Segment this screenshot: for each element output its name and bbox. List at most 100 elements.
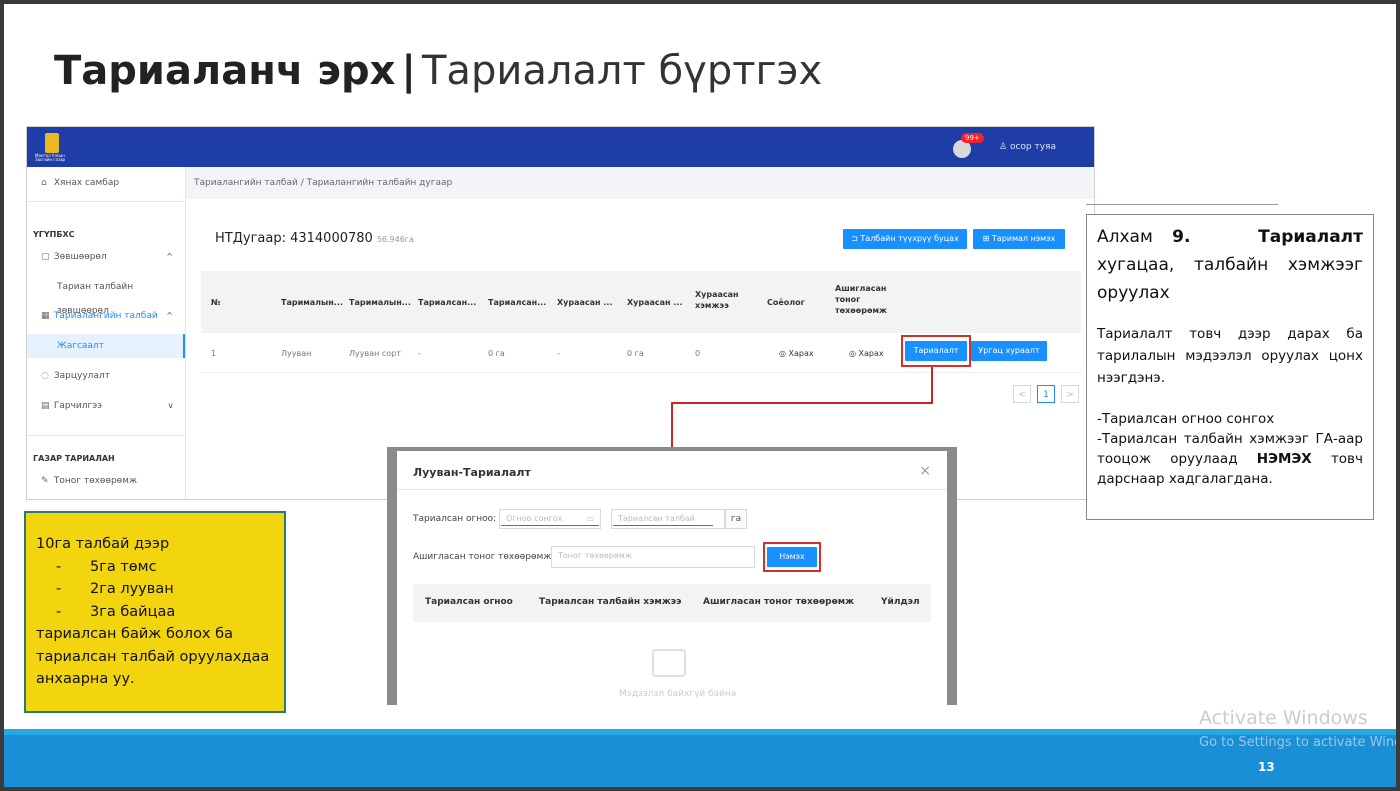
step-rest: хугацаа, талбайн хэмжээг оруулах [1097,255,1363,303]
pager-prev-button[interactable]: < [1013,385,1031,403]
slide-title-rest: Тариалалт бүртгэх [422,48,823,94]
chevron-up-icon: ^ [166,311,173,320]
slide-title: Тариаланч эрх | Тариалалт бүртгэх [54,48,822,94]
app-header: Монгол Улсын Засгийн газар 99+ ♙ осор ту… [27,127,1094,167]
column-header: Үйлдэл [881,597,920,607]
sidebar-item-label: Гарчилгээ [53,401,103,411]
connector-line [931,366,933,404]
pager-next-button[interactable]: > [1061,385,1079,403]
column-header: Хураасан хэмжээ [695,290,739,310]
slide-footer [4,729,1396,787]
close-icon[interactable]: × [919,463,931,479]
back-to-history-button[interactable]: ⊐ Талбайн түүхрүү буцах [843,229,967,249]
step-list: -Тариалсан огноо сонгох -Тариалсан талба… [1097,409,1363,489]
dash: - [56,603,62,620]
slide-title-bold: Тариаланч эрх [54,48,396,94]
modal-title: Лууван-Тариалалт [413,466,531,479]
table-cell: 0 га [627,349,644,358]
step-prefix: Алхам [1097,227,1153,247]
column-header: Соёолог [767,298,805,307]
logo-text: Монгол Улсын Засгийн газар [35,153,66,162]
date-picker-input[interactable]: Огноо сонгох ▭ [499,509,601,529]
table-cell: - [557,349,560,358]
callout-item: - 2га лууван [36,578,274,601]
column-header: Ашигласан тоног төхөөрөмж [835,284,888,315]
callout-line: 10га талбай дээр [36,536,170,552]
callout-item-text: 5га төмс [90,558,157,575]
harvest-button[interactable]: Ургац хураалт [971,341,1047,361]
title-separator: | [401,48,416,94]
sidebar-item-farmland[interactable]: ▦ Тариалангийн талбай ^ [27,304,185,328]
grid-icon: ▦ [41,311,50,321]
column-header: № [211,298,221,307]
sidebar-item-dashboard[interactable]: ⌂ Хянах самбар [27,171,185,195]
callout-item-text: 3га байцаа [90,603,176,620]
sidebar-item-label: Тоног төхөөрөмж [53,476,138,486]
highlight-box [901,335,971,367]
slide: Тариаланч эрх | Тариалалт бүртгэх Монгол У… [4,4,1396,787]
sidebar-item-label: Зарцуулалт [53,371,110,381]
divider [27,435,185,436]
date-placeholder: Огноо сонгох [506,514,563,523]
equipment-label: Ашигласан тоног төхөөрөмж: [413,552,555,562]
nt-number: НТДугаар: 4314000780 56.946га [215,231,414,246]
pager-page-button[interactable]: 1 [1037,385,1055,403]
windows-activation-watermark: Activate Windows [1199,707,1368,729]
app-logo[interactable]: Монгол Улсын Засгийн газар [35,131,69,163]
empty-state-text: Мэдээлэл байхгүй байна [619,689,737,699]
equipment-input[interactable]: Тоног төхөөрөмж [551,546,755,568]
callout-line: тариалсан байж болох ба тариалсан талбай… [36,626,270,687]
divider [27,201,185,202]
column-header: Ашигласан тоног төхөөрөмж [703,597,855,607]
sidebar-item-land-permit[interactable]: Тариан талбайн зөвшөөрөл [27,275,185,316]
sidebar-item-label: Тариалангийн талбай [53,311,158,321]
sidebar-item-announcement[interactable]: ◌ Зарцуулалт [27,364,185,388]
view-link[interactable]: ◎ Харах [849,349,884,358]
step-title: Тариалалт [1258,227,1363,247]
column-header: Тариалсан... [418,298,477,307]
row-divider [201,372,1081,373]
app-screenshot: Монгол Улсын Засгийн газар 99+ ♙ осор ту… [26,126,1095,500]
table-cell: 0 га [488,349,505,358]
sidebar-item-label: Жагсаалт [57,341,104,351]
step-line: -Тариалсан огноо сонгох [1097,411,1275,427]
nt-area: 56.946га [376,235,414,244]
step-line-bold: НЭМЭХ [1256,451,1312,467]
list-icon: ▤ [41,401,50,411]
divider [1086,204,1278,205]
planted-area-input[interactable]: Тариалсан талбай [611,509,725,529]
sidebar-item-guide[interactable]: ▤ Гарчилгээ v [27,394,185,418]
document-icon: ▢ [41,252,50,262]
sidebar-section-header: ҮГҮПБХС [33,230,75,239]
sidebar-item-equipment[interactable]: ✎ Тоног төхөөрөмж [27,469,185,493]
user-menu[interactable]: ♙ осор туяа [999,142,1056,152]
table-cell: - [418,349,421,358]
view-link[interactable]: ◎ Харах [779,349,814,358]
step-number: 9. [1172,227,1191,247]
highlight-underline [613,525,713,526]
sidebar: ⌂ Хянах самбар ҮГҮПБХС ▢ Зөвшөөрөл ^ Тари… [27,167,186,499]
sidebar-section-header: ГАЗАР ТАРИАЛАН [33,454,115,463]
pin-icon: ◌ [41,371,49,381]
wrench-icon: ✎ [41,476,49,486]
table-cell: 1 [211,349,217,358]
highlight-underline [501,525,599,526]
table-cell: Лууван [281,349,312,358]
empty-inbox-icon [652,649,686,677]
modal-screenshot-frame: Лууван-Тариалалт × Тариалсан огноо: Огно… [387,447,957,705]
column-header: Хураасан ... [627,298,683,307]
step-line: -Тариалсан талбайн хэмжээг ГА-аар тооцож… [1097,429,1363,489]
breadcrumb[interactable]: Тариалангийн талбай / Тариалангийн талба… [186,167,1094,199]
table-cell: 0 [695,349,701,358]
user-icon: ♙ [999,142,1010,152]
callout-item: - 3га байцаа [36,601,274,624]
sidebar-item-label: Хянах самбар [53,178,120,188]
add-crop-button[interactable]: ⊞ Таримал нэмэх [973,229,1065,249]
sidebar-item-activity[interactable]: Жагсаалт [27,334,185,358]
column-header: Тариалсан... [488,298,547,307]
home-icon: ⌂ [41,178,47,188]
sidebar-item-permits[interactable]: ▢ Зөвшөөрөл ^ [27,245,185,269]
dash: - [56,558,62,575]
highlight-box [763,542,821,572]
chevron-up-icon: ^ [166,252,173,261]
